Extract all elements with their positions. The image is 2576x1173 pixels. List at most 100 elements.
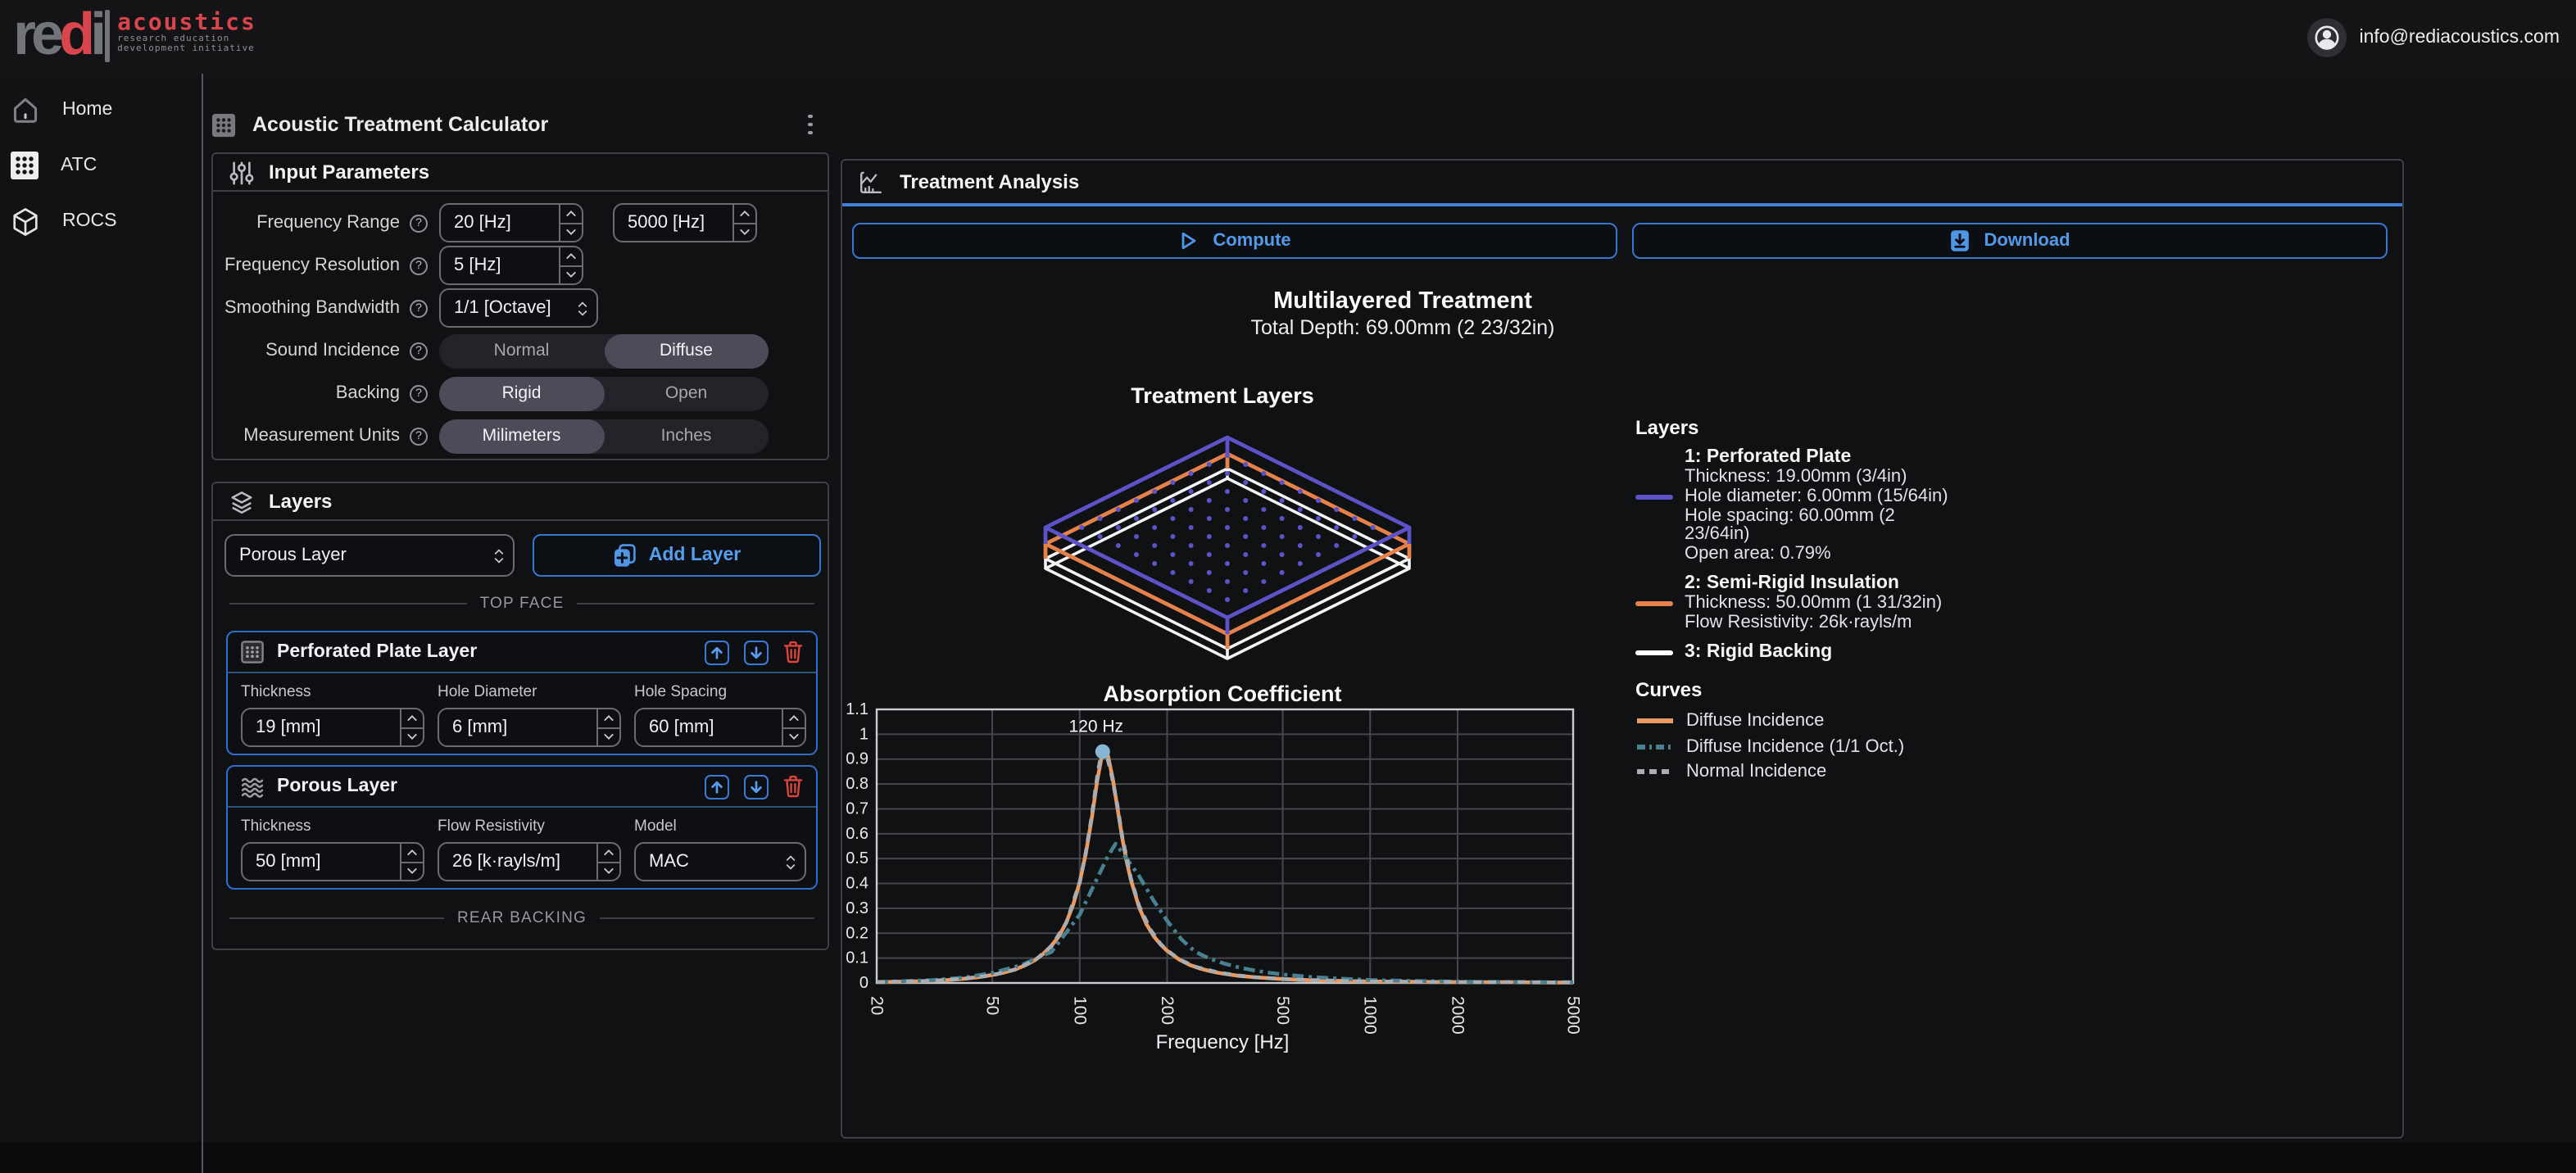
field-label: Flow Resistivity [438, 817, 621, 836]
sidebar-item-atc[interactable]: ATC [0, 146, 197, 185]
input-parameters-panel: Input Parameters Frequency Range ? [211, 152, 829, 460]
sidebar-item-rocs[interactable]: ROCS [0, 202, 197, 241]
spin-up-button[interactable] [734, 205, 755, 224]
toggle-option-normal[interactable]: Normal [439, 333, 604, 368]
download-label: Download [1984, 231, 2070, 251]
help-icon[interactable]: ? [410, 342, 428, 360]
field-label: Thickness [241, 683, 424, 701]
toggle-option-milimeters[interactable]: Milimeters [439, 419, 604, 453]
porous-thickness-input[interactable] [243, 844, 400, 880]
toggle-option-open[interactable]: Open [604, 376, 769, 410]
spinner [559, 247, 582, 283]
field-thickness: Thickness [241, 683, 424, 747]
layer-card-porous: Porous Layer [226, 765, 818, 890]
svg-text:0.2: 0.2 [846, 924, 868, 942]
plate-thickness-input[interactable] [243, 709, 400, 745]
spin-up-button[interactable] [401, 709, 423, 728]
chevron-updown-icon [570, 301, 596, 315]
sliders-icon [229, 160, 254, 184]
panel-title: Layers [269, 490, 332, 513]
legend-layer-detail: Thickness: 19.00mm (3/4in) [1685, 469, 1955, 488]
flow-resistivity-input[interactable] [439, 844, 596, 880]
spin-up-button[interactable] [401, 844, 423, 863]
diagram-title: Treatment Layers [842, 383, 1603, 408]
spin-down-button[interactable] [401, 728, 423, 745]
more-options-button[interactable] [809, 114, 813, 135]
compute-button[interactable]: Compute [852, 223, 1617, 259]
spin-down-button[interactable] [598, 728, 619, 745]
spin-down-button[interactable] [560, 266, 582, 283]
field-thickness: Thickness [241, 817, 424, 881]
panel-title: Treatment Analysis [900, 170, 1079, 193]
delete-layer-button[interactable] [783, 775, 803, 798]
legend-layer-detail: Thickness: 50.00mm (1 31/32in) [1685, 595, 1955, 614]
spin-up-button[interactable] [560, 205, 582, 224]
spin-down-button[interactable] [783, 728, 805, 745]
svg-text:Absorption Coefficient: Absorption Coefficient [1104, 682, 1342, 706]
help-icon[interactable]: ? [410, 256, 428, 274]
move-layer-down-button[interactable] [744, 774, 769, 799]
hole-spacing-input[interactable] [636, 709, 782, 745]
account-email: info@rediacoustics.com [2360, 27, 2560, 47]
spin-down-button[interactable] [598, 863, 619, 880]
select-value: MAC [636, 852, 778, 872]
download-button[interactable]: Download [1632, 223, 2388, 259]
layer-color-swatch [1635, 650, 1673, 655]
move-layer-up-button[interactable] [705, 640, 729, 664]
sidebar-item-label: Home [62, 100, 112, 120]
frequency-min-input[interactable] [441, 205, 559, 241]
move-layer-up-button[interactable] [705, 774, 729, 799]
legend-layer-entry: 2: Semi-Rigid InsulationThickness: 50.00… [1635, 573, 1955, 633]
help-icon[interactable]: ? [410, 214, 428, 232]
legend-layer-entry: 3: Rigid Backing [1635, 641, 1955, 663]
spin-down-button[interactable] [734, 224, 755, 241]
spin-up-button[interactable] [783, 709, 805, 728]
model-select[interactable]: MAC [634, 842, 806, 881]
smoothing-bandwidth-select[interactable]: 1/1 [Octave] [439, 288, 598, 328]
layer-type-select[interactable]: Porous Layer [224, 534, 515, 577]
play-icon [1178, 231, 1198, 251]
sidebar-item-label: ROCS [62, 211, 116, 231]
total-depth-text: Total Depth: 69.00mm (2 23/32in) [842, 316, 1963, 339]
absorption-coefficient-chart: Absorption Coefficient00.10.20.30.40.50.… [842, 682, 1989, 1075]
spin-up-button[interactable] [560, 247, 582, 266]
frequency-resolution-input[interactable] [441, 247, 559, 283]
help-icon[interactable]: ? [410, 299, 428, 317]
perforated-plate-icon [241, 641, 264, 663]
spin-up-button[interactable] [598, 844, 619, 863]
frequency-max-input[interactable] [615, 205, 732, 241]
frequency-resolution-stepper [439, 246, 583, 285]
toggle-option-inches[interactable]: Inches [604, 419, 769, 453]
svg-text:120 Hz: 120 Hz [1069, 718, 1124, 736]
help-icon[interactable]: ? [410, 427, 428, 445]
porous-layer-icon [241, 776, 264, 797]
frequency-min-stepper [439, 203, 583, 242]
add-layer-button[interactable]: Add Layer [533, 534, 821, 577]
sidebar-item-label: ATC [61, 156, 97, 175]
help-icon[interactable]: ? [410, 384, 428, 402]
field-hole-spacing: Hole Spacing [634, 683, 806, 747]
move-layer-down-button[interactable] [744, 640, 769, 664]
field-label: Thickness [241, 817, 424, 836]
spin-down-button[interactable] [560, 224, 582, 241]
delete-layer-button[interactable] [783, 641, 803, 663]
field-flow-resistivity: Flow Resistivity [438, 817, 621, 881]
rear-backing-divider: REAR BACKING [229, 909, 814, 927]
account-area[interactable]: info@rediacoustics.com [2306, 0, 2560, 74]
svg-text:200: 200 [1158, 996, 1177, 1025]
toggle-option-diffuse[interactable]: Diffuse [604, 333, 769, 368]
field-label: Hole Diameter [438, 683, 621, 701]
legend-layer-title: 3: Rigid Backing [1685, 641, 1955, 663]
select-value: 1/1 [Octave] [441, 298, 570, 318]
field-label: Hole Spacing [634, 683, 806, 701]
layer-color-swatch [1635, 495, 1673, 500]
treatment-heading: Multilayered Treatment [842, 288, 1963, 315]
user-avatar-icon [2306, 16, 2348, 58]
spin-up-button[interactable] [598, 709, 619, 728]
toggle-option-rigid[interactable]: Rigid [439, 376, 604, 410]
hole-diameter-input[interactable] [439, 709, 596, 745]
sidebar-item-home[interactable]: Home [0, 90, 197, 129]
chevron-updown-icon [778, 854, 805, 869]
spin-down-button[interactable] [401, 863, 423, 880]
legend-layer-detail: Open area: 0.79% [1685, 546, 1955, 565]
